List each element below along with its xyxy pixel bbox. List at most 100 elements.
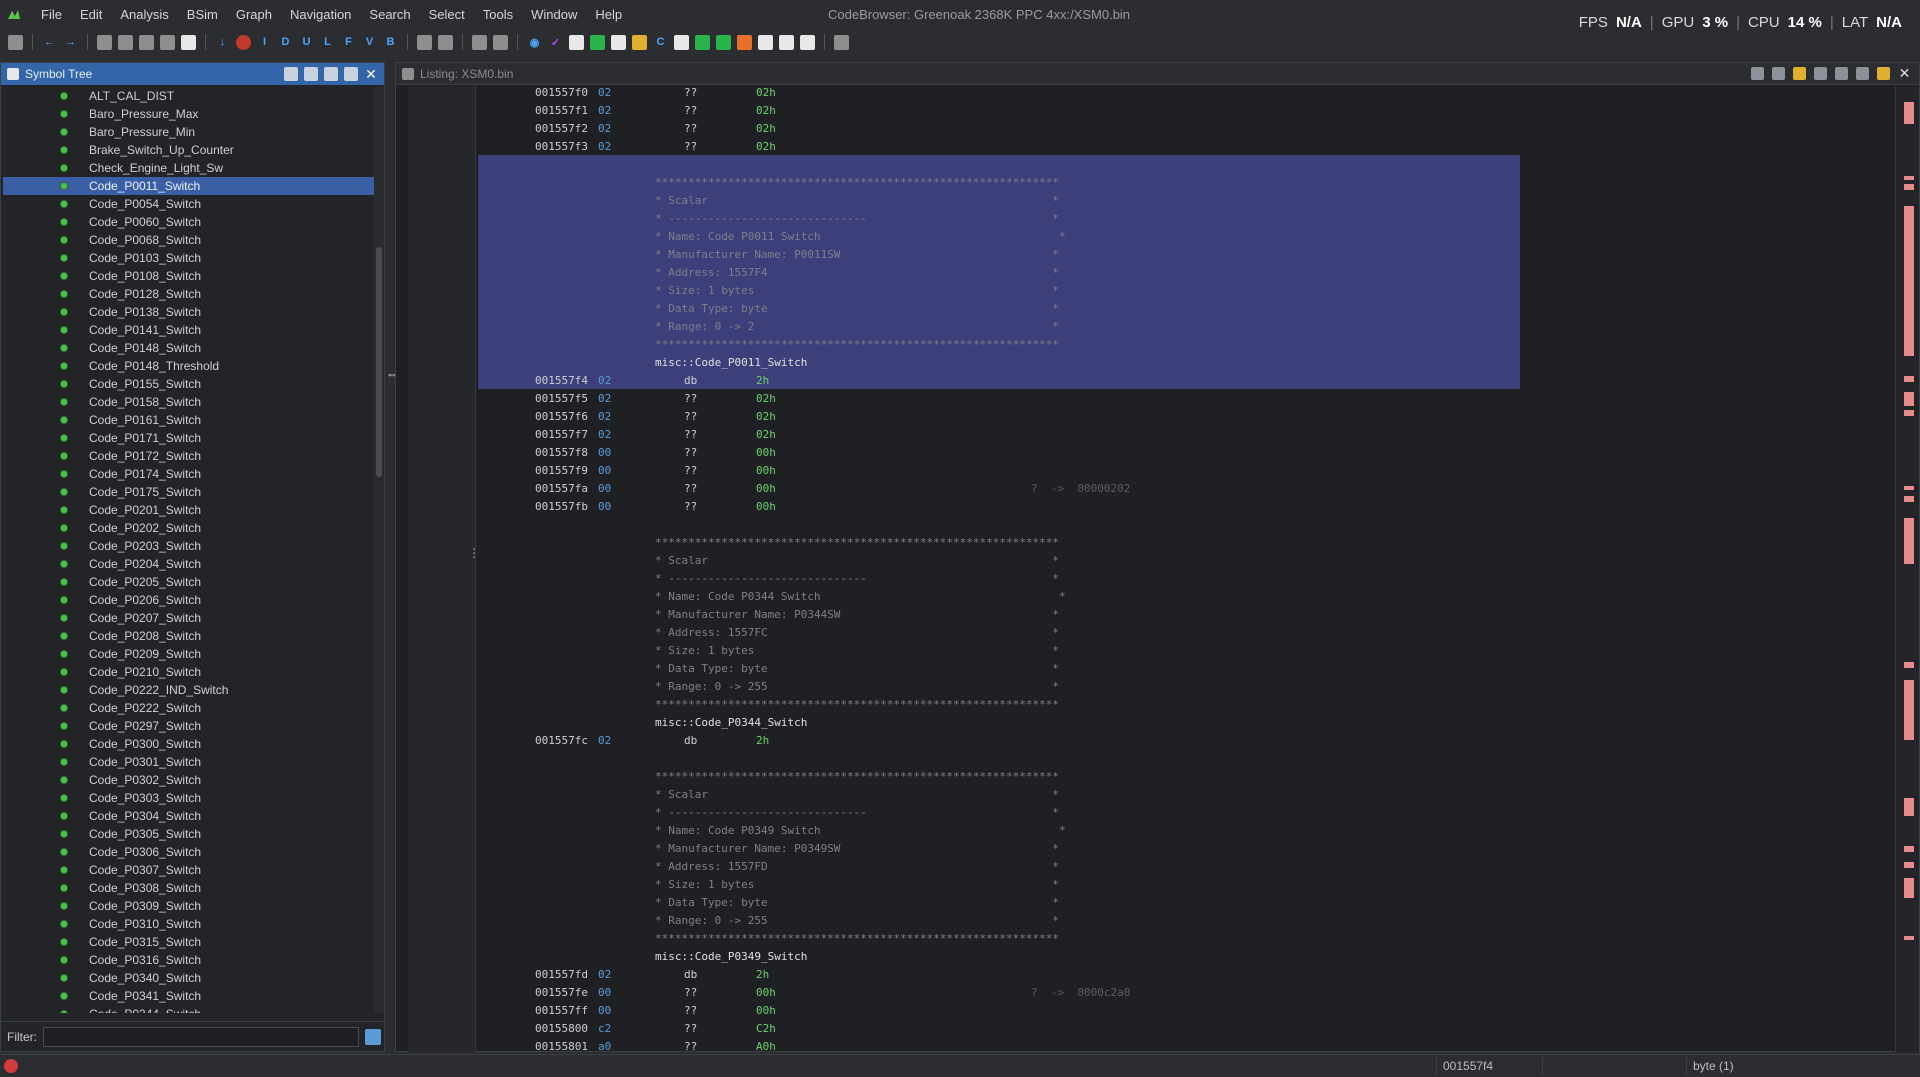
tree-item[interactable]: Code_P0108_Switch <box>3 267 375 285</box>
tree-item[interactable]: Code_P0222_IND_Switch <box>3 681 375 699</box>
paste-icon[interactable] <box>438 34 453 50</box>
tree-item[interactable]: Code_P0203_Switch <box>3 537 375 555</box>
listing-row[interactable]: 001557f9 00?? 00h <box>478 462 1778 480</box>
instruction-icon[interactable]: I <box>257 35 272 50</box>
scrollbar-thumb[interactable] <box>376 247 382 477</box>
run-icon[interactable] <box>695 34 710 50</box>
table-icon[interactable] <box>611 34 626 50</box>
overview-marker[interactable] <box>1904 846 1914 852</box>
nav-icon-1[interactable] <box>97 34 112 50</box>
tree-item[interactable]: Baro_Pressure_Max <box>3 105 375 123</box>
tree-item[interactable]: ALT_CAL_DIST <box>3 87 375 105</box>
export-icon[interactable] <box>304 67 318 81</box>
overview-marker[interactable] <box>1904 184 1914 190</box>
tree-item[interactable]: Code_P0155_Switch <box>3 375 375 393</box>
overview-marker[interactable] <box>1904 206 1914 356</box>
new-namespace-icon[interactable] <box>284 67 298 81</box>
tree-item[interactable]: Code_P0174_Switch <box>3 465 375 483</box>
tree-item[interactable]: Code_P0128_Switch <box>3 285 375 303</box>
listing-row[interactable]: 001557f7 02?? 02h <box>478 426 1778 444</box>
help-icon[interactable] <box>834 34 849 50</box>
tree-item[interactable]: Brake_Switch_Up_Counter <box>3 141 375 159</box>
menu-analysis[interactable]: Analysis <box>111 0 177 30</box>
copy-icon[interactable] <box>417 34 432 50</box>
listing-row[interactable]: 001557fc 02 db 2h <box>478 732 1778 750</box>
menu-help[interactable]: Help <box>586 0 631 30</box>
tree-item[interactable]: Baro_Pressure_Min <box>3 123 375 141</box>
tree-item[interactable]: Check_Engine_Light_Sw <box>3 159 375 177</box>
filter-input[interactable] <box>43 1026 359 1047</box>
overview-marker[interactable] <box>1904 392 1914 406</box>
tree-item[interactable]: Code_P0175_Switch <box>3 483 375 501</box>
tree-item[interactable]: Code_P0172_Switch <box>3 447 375 465</box>
cursor-tool-icon[interactable] <box>1793 67 1806 80</box>
tree-item[interactable]: Code_P0205_Switch <box>3 573 375 591</box>
overview-marker[interactable] <box>1904 862 1914 868</box>
listing-row[interactable]: 00155800 c2?? C2h <box>478 1020 1778 1038</box>
tree-item[interactable]: Code_P0304_Switch <box>3 807 375 825</box>
tree-item[interactable]: Code_P0011_Switch <box>3 177 375 195</box>
listing-row[interactable]: 001557fe 00?? 00h ? -> 0000c2a0 <box>478 984 1778 1002</box>
tree-item[interactable]: Code_P0068_Switch <box>3 231 375 249</box>
snapshot-icon[interactable] <box>1856 67 1869 80</box>
tree-item[interactable]: Code_P0161_Switch <box>3 411 375 429</box>
tree-item[interactable]: Code_P0208_Switch <box>3 627 375 645</box>
variable-icon[interactable]: V <box>362 35 377 50</box>
bug-icon[interactable] <box>737 34 752 50</box>
layout-icon[interactable] <box>1877 67 1890 80</box>
compare-icon[interactable] <box>779 34 794 50</box>
tree-item[interactable]: Code_P0171_Switch <box>3 429 375 447</box>
navigate-toggle-icon[interactable] <box>324 67 338 81</box>
tree-item[interactable]: Code_P0316_Switch <box>3 951 375 969</box>
menu-window[interactable]: Window <box>522 0 586 30</box>
menu-edit[interactable]: Edit <box>71 0 111 30</box>
error-icon[interactable] <box>4 1059 18 1073</box>
listing-row[interactable]: 001557f2 02?? 02h <box>478 120 1778 138</box>
listing-row[interactable]: 001557f3 02?? 02h <box>478 138 1778 156</box>
listing-row[interactable]: 001557f8 00?? 00h <box>478 444 1778 462</box>
overview-marker[interactable] <box>1904 878 1914 898</box>
menu-navigation[interactable]: Navigation <box>281 0 360 30</box>
overview-marker[interactable] <box>1904 410 1914 416</box>
checkmark-icon[interactable]: ✓ <box>548 35 563 50</box>
tree-item[interactable]: Code_P0209_Switch <box>3 645 375 663</box>
tree-item[interactable]: Code_P0158_Switch <box>3 393 375 411</box>
tree-item[interactable]: Code_P0306_Switch <box>3 843 375 861</box>
menu-graph[interactable]: Graph <box>227 0 281 30</box>
overview-marker[interactable] <box>1904 680 1914 740</box>
close-icon[interactable]: ✕ <box>1898 66 1911 80</box>
menu-select[interactable]: Select <box>420 0 474 30</box>
menu-search[interactable]: Search <box>360 0 419 30</box>
save-icon[interactable] <box>8 34 23 50</box>
cycle-icon[interactable]: C <box>653 35 668 50</box>
overview-marker[interactable] <box>1904 102 1914 124</box>
tree-item[interactable]: Code_P0310_Switch <box>3 915 375 933</box>
tree-scrollbar[interactable] <box>374 87 384 1013</box>
tree-item[interactable]: Code_P0341_Switch <box>3 987 375 1005</box>
overview-marker[interactable] <box>1904 176 1914 180</box>
listing-body[interactable]: 001557f0 02?? 02h 001557f1 02?? 02h 001557f2 02… <box>478 86 1878 1052</box>
symbol-tree-list[interactable]: ALT_CAL_DIST Baro_Pressure_Max Baro_Pressu… <box>3 87 375 1013</box>
undefined-icon[interactable]: U <box>299 35 314 50</box>
tree-item[interactable]: Code_P0305_Switch <box>3 825 375 843</box>
memory-icon[interactable] <box>758 34 773 50</box>
tree-item[interactable]: Code_P0201_Switch <box>3 501 375 519</box>
nav-icon-2[interactable] <box>118 34 133 50</box>
tree-item[interactable]: Code_P0340_Switch <box>3 969 375 987</box>
menu-bsim[interactable]: BSim <box>178 0 227 30</box>
panel-splitter[interactable]: ⇔ <box>385 62 398 1052</box>
overview-scrollbar[interactable] <box>1895 86 1919 1052</box>
tree-item[interactable]: Code_P0222_Switch <box>3 699 375 717</box>
script-icon[interactable] <box>716 34 731 50</box>
nav-icon-5[interactable] <box>181 34 196 50</box>
tree-item[interactable]: Code_P0297_Switch <box>3 717 375 735</box>
overview-marker[interactable] <box>1904 496 1914 502</box>
edit-fields-icon[interactable] <box>1814 67 1827 80</box>
listing-row[interactable]: 001557f6 02?? 02h <box>478 408 1778 426</box>
tree-item[interactable]: Code_P0204_Switch <box>3 555 375 573</box>
tree-item[interactable]: Code_P0148_Switch <box>3 339 375 357</box>
tree-item[interactable]: Code_P0315_Switch <box>3 933 375 951</box>
listing-row[interactable]: 001557fa 00?? 00h ? -> 00000202 <box>478 480 1778 498</box>
overview-marker[interactable] <box>1904 662 1914 668</box>
listing-row[interactable]: 001557f5 02?? 02h <box>478 390 1778 408</box>
